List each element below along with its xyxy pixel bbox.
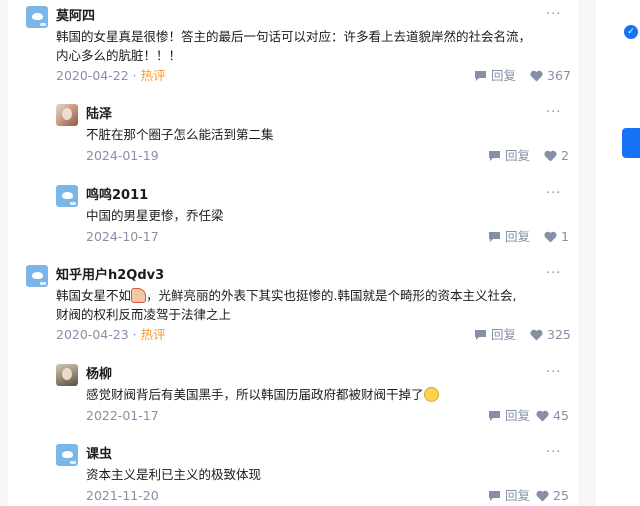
check-icon: ✓	[624, 25, 638, 39]
reply-button[interactable]: 回复	[488, 148, 530, 164]
like-button[interactable]: 325	[530, 327, 571, 343]
hot-badge: 热评	[140, 68, 166, 83]
comment-date: 2024-01-19	[86, 148, 159, 163]
comment-date: 2024-10-17	[86, 229, 159, 244]
more-icon[interactable]: ···	[546, 8, 561, 22]
emoji-icon	[131, 288, 147, 303]
comment-author[interactable]: 知乎用户h2Qdv3	[56, 267, 164, 284]
comment-content: 资本主义是利已主义的极致体现	[86, 467, 262, 482]
avatar[interactable]	[26, 6, 48, 28]
reply-icon	[475, 71, 486, 81]
heart-icon	[530, 329, 543, 341]
avatar[interactable]	[56, 444, 78, 466]
comment-author[interactable]: 课虫	[86, 446, 112, 463]
thinking-emoji-icon	[423, 387, 439, 402]
more-icon[interactable]: ···	[546, 267, 561, 281]
comment-item: 莫阿四 ··· 韩国的女星真是很惨！答主的最后一句话可以对应：许多看上去道貌岸然…	[26, 6, 571, 86]
comment-author[interactable]: 莫阿四	[56, 8, 95, 25]
reply-item: 课虫 ··· 资本主义是利已主义的极致体现 2021-11-20 回复 25	[56, 444, 569, 504]
side-action-button[interactable]	[622, 128, 640, 158]
comment-date: 2020-04-22	[56, 68, 129, 83]
avatar[interactable]	[56, 364, 78, 386]
like-button[interactable]: 367	[530, 68, 571, 84]
avatar[interactable]	[56, 104, 78, 126]
comment-author[interactable]: 杨柳	[86, 366, 112, 383]
like-button[interactable]: 45	[536, 408, 569, 424]
comment-meta: 2020-04-23 · 热评	[56, 327, 166, 343]
reply-button[interactable]: 回复	[488, 229, 530, 245]
comment-content: 感觉财阀背后有美国黑手，所以韩国历届政府都被财阀干掉了	[86, 385, 439, 404]
reply-button[interactable]: 回复	[474, 68, 516, 84]
heart-icon	[536, 490, 549, 502]
meta-separator: ·	[132, 68, 137, 83]
comment-content: 韩国女星不如 ，光鲜亮丽的外表下其实也挺惨的.韩国就是个畸形的资本主义社会, 财阀…	[56, 288, 517, 322]
avatar[interactable]	[26, 265, 48, 287]
comment-date: 2020-04-23	[56, 327, 129, 342]
reply-icon	[475, 330, 486, 340]
comment-item: 知乎用户h2Qdv3 ··· 韩国女星不如 ，光鲜亮丽的外表下其实也挺惨的.韩国就…	[26, 265, 571, 345]
reply-button[interactable]: 回复	[474, 327, 516, 343]
hot-badge: 热评	[140, 327, 166, 342]
heart-icon	[530, 70, 543, 82]
comment-date: 2022-01-17	[86, 408, 159, 423]
heart-icon	[544, 231, 557, 243]
reply-icon	[489, 232, 500, 242]
comment-meta: 2020-04-22 · 热评	[56, 68, 166, 84]
comment-list: 莫阿四 ··· 韩国的女星真是很惨！答主的最后一句话可以对应：许多看上去道貌岸然…	[8, 0, 578, 506]
reply-icon	[489, 411, 500, 421]
side-panel: ✓	[596, 0, 640, 506]
like-button[interactable]: 25	[536, 488, 569, 504]
more-icon[interactable]: ···	[546, 446, 561, 460]
reply-item: 杨柳 ··· 感觉财阀背后有美国黑手，所以韩国历届政府都被财阀干掉了 2022-…	[56, 364, 569, 424]
heart-icon	[536, 410, 549, 422]
more-icon[interactable]: ···	[546, 366, 561, 380]
like-button[interactable]: 2	[544, 148, 569, 164]
reply-item: 鸣鸣2011 ··· 中国的男星更惨，乔任梁 2024-10-17 回复 1	[56, 185, 569, 245]
comment-date: 2021-11-20	[86, 488, 159, 503]
heart-icon	[544, 150, 557, 162]
comment-author[interactable]: 陆泽	[86, 106, 112, 123]
avatar[interactable]	[56, 185, 78, 207]
reply-item: 陆泽 ··· 不脏在那个圈子怎么能活到第二集 2024-01-19 回复 2	[56, 104, 569, 164]
comment-author[interactable]: 鸣鸣2011	[86, 187, 148, 204]
reply-button[interactable]: 回复	[488, 488, 530, 504]
reply-button[interactable]: 回复	[488, 408, 530, 424]
reply-icon	[489, 491, 500, 501]
like-button[interactable]: 1	[544, 229, 569, 245]
reply-icon	[489, 151, 500, 161]
more-icon[interactable]: ···	[546, 106, 561, 120]
comment-content: 不脏在那个圈子怎么能活到第二集	[86, 127, 274, 142]
more-icon[interactable]: ···	[546, 187, 561, 201]
comment-content: 中国的男星更惨，乔任梁	[86, 208, 224, 223]
comment-content: 韩国的女星真是很惨！答主的最后一句话可以对应：许多看上去道貌岸然的社会名流， 内…	[56, 29, 532, 63]
meta-separator: ·	[132, 327, 137, 342]
